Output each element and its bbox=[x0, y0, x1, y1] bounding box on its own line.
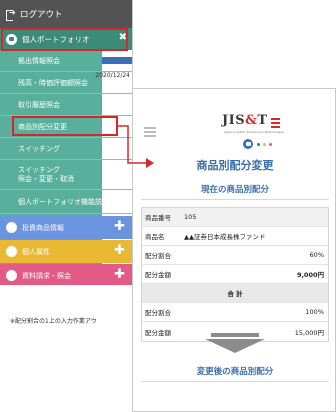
menu-section-document-request[interactable]: 資料請求・照会 ✚ bbox=[0, 264, 132, 285]
document-icon bbox=[6, 270, 17, 281]
step-indicator bbox=[243, 139, 275, 149]
menu-item-label: 拠出情報照会 bbox=[18, 56, 60, 65]
total-ratio: 100% bbox=[305, 308, 324, 316]
menu-item-label: 照会・変更・取消 bbox=[18, 174, 74, 183]
menu-item-label: スイッチング bbox=[18, 144, 60, 153]
allocation-ratio: 60% bbox=[309, 251, 324, 259]
portfolio-step-icon bbox=[243, 139, 253, 149]
menu-section-investment-info[interactable]: 投資商品情報 ✚ bbox=[0, 216, 132, 239]
row-label: 配分金額 bbox=[145, 328, 171, 337]
footnote: ※配分割合の1上の入力作業アウ bbox=[10, 318, 97, 325]
category-label: 個人属性 bbox=[22, 247, 50, 256]
current-allocation-heading: 現在の商品別配分 bbox=[200, 185, 269, 195]
menu-item-portfolio-description[interactable]: 個人ポートフォリオ機能説明 bbox=[0, 190, 132, 214]
expand-icon[interactable]: ✚ bbox=[114, 243, 125, 258]
category-label: 投資商品情報 bbox=[22, 223, 64, 232]
table-row: 配分割合 100% bbox=[142, 303, 328, 322]
product-name: ▲▲証券日本成長株ファンド bbox=[184, 233, 266, 241]
total-header-row: 合 計 bbox=[142, 284, 328, 303]
step-dot bbox=[263, 142, 266, 146]
logout-button[interactable]: ログアウト bbox=[0, 0, 132, 28]
menu-item-switching[interactable]: スイッチング bbox=[0, 138, 132, 160]
step-dot bbox=[257, 142, 260, 146]
step-dot bbox=[269, 142, 272, 146]
table-row: 商品番号 105 bbox=[142, 208, 328, 227]
allocation-amount: 9,000円 bbox=[296, 271, 324, 279]
menu-item-label: 残高・時価評価額照会 bbox=[18, 78, 88, 87]
row-label: 配分割合 bbox=[145, 309, 171, 317]
menu-item-transaction-history[interactable]: 取引履歴照会 bbox=[0, 94, 132, 116]
jist-logo: JIS&T bbox=[222, 113, 268, 128]
menu-item-label: 個人ポートフォリオ機能説明 bbox=[18, 197, 109, 206]
menu-item-contribution-inquiry[interactable]: 拠出情報照会 bbox=[0, 50, 132, 72]
product-number: 105 bbox=[184, 213, 197, 221]
down-arrow-icon bbox=[205, 339, 265, 353]
menu-item-label: スイッチング bbox=[18, 165, 60, 174]
row-label: 商品名 bbox=[145, 233, 165, 241]
highlight-portfolio bbox=[1, 28, 128, 51]
person-icon bbox=[6, 246, 17, 257]
menu-section-personal-attributes[interactable]: 個人属性 ✚ bbox=[0, 240, 132, 263]
logo-stripes-icon bbox=[271, 118, 280, 130]
row-label: 商品番号 bbox=[145, 214, 171, 222]
table-row: 配分金額 9,000円 bbox=[142, 265, 328, 284]
page-title: 商品別配分変更 bbox=[196, 159, 274, 172]
menu-item-balance-inquiry[interactable]: 残高・時価評価額照会 bbox=[0, 72, 132, 94]
current-allocation-table: 商品番号 105 商品名 ▲▲証券日本成長株ファンド 配分割合 60% 配分金額… bbox=[141, 207, 329, 342]
menu-item-label: 取引履歴照会 bbox=[18, 100, 60, 109]
menu-item-switching-inquiry[interactable]: スイッチング 照会・変更・取消 bbox=[0, 160, 132, 190]
hamburger-menu-icon[interactable] bbox=[144, 127, 156, 137]
highlight-allocation-change bbox=[12, 116, 118, 136]
investment-icon bbox=[6, 222, 17, 233]
detail-screen: JIS&T Japan Investor Solutions & Technol… bbox=[132, 88, 336, 412]
row-label: 配分割合 bbox=[145, 252, 171, 260]
expand-icon[interactable]: ✚ bbox=[114, 267, 125, 282]
section-divider bbox=[141, 381, 329, 382]
expand-icon[interactable]: ✚ bbox=[114, 219, 125, 234]
logout-label: ログアウト bbox=[20, 10, 63, 20]
total-label: 合 計 bbox=[227, 290, 243, 298]
after-allocation-heading: 変更後の商品別配分 bbox=[196, 367, 274, 377]
logo-subtitle: Japan Investor Solutions & Technologies bbox=[224, 130, 284, 134]
category-label: 資料請求・照会 bbox=[22, 271, 71, 280]
logout-icon bbox=[6, 8, 16, 21]
row-label: 配分金額 bbox=[145, 271, 171, 279]
section-divider bbox=[141, 199, 329, 200]
table-row: 配分割合 60% bbox=[142, 246, 328, 265]
down-arrow-bar bbox=[211, 333, 259, 337]
table-row: 商品名 ▲▲証券日本成長株ファンド bbox=[142, 227, 328, 246]
